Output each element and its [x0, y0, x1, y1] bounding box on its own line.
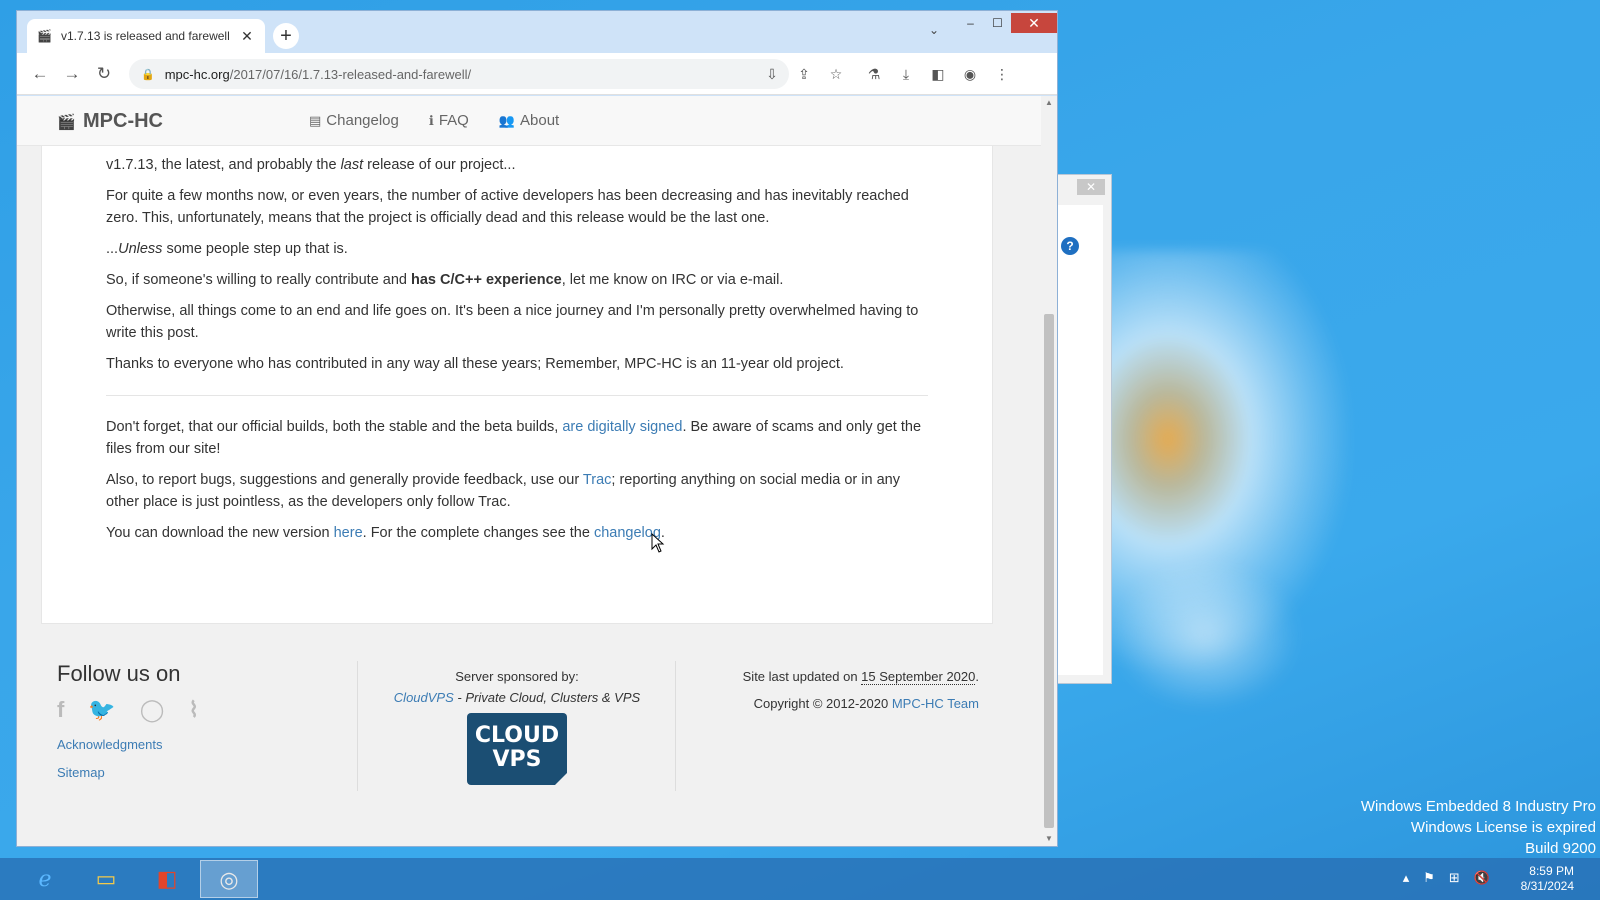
scroll-thumb[interactable] [1044, 314, 1054, 828]
paragraph: Don't forget, that our official builds, … [106, 419, 922, 457]
site-navbar: 🎬 MPC-HC ▤ Changelog ℹ FAQ 👥 About [17, 96, 1041, 146]
lock-icon[interactable]: 🔒 [141, 68, 155, 81]
footer-divider [357, 661, 358, 791]
facebook-icon[interactable]: f [57, 697, 64, 723]
copyright: Copyright © 2012-2020 MPC-HC Team [753, 696, 979, 711]
menu-kebab-icon[interactable]: ⋮ [993, 65, 1011, 83]
labs-flask-icon[interactable]: ⚗ [865, 65, 883, 83]
cloudvps-link[interactable]: CloudVPS [394, 690, 454, 705]
new-tab-button[interactable]: + [273, 23, 299, 49]
paragraph: ...Unless some people step up that is. [106, 241, 348, 257]
scroll-down-icon[interactable]: ▼ [1041, 832, 1057, 846]
chrome-icon[interactable]: ◎ [200, 860, 258, 898]
paragraph: v1.7.13, the latest, and probably the la… [106, 157, 516, 173]
profile-icon[interactable]: ◉ [961, 65, 979, 83]
url-host: mpc-hc.org [164, 66, 230, 82]
forward-icon[interactable]: → [61, 63, 83, 85]
network-icon[interactable]: ⊞ [1449, 870, 1460, 886]
nav-faq[interactable]: ℹ FAQ [429, 112, 469, 129]
divider [106, 395, 928, 396]
last-updated: Site last updated on 15 September 2020. [742, 669, 979, 685]
browser-toolbar: ← → ↻ 🔒 mpc-hc.org/2017/07/16/1.7.13-rel… [17, 53, 1057, 95]
internet-explorer-icon[interactable]: ℯ [16, 860, 74, 898]
reload-icon[interactable]: ↻ [93, 63, 115, 85]
address-bar[interactable]: 🔒 mpc-hc.org/2017/07/16/1.7.13-released-… [129, 59, 789, 89]
paragraph: So, if someone's willing to really contr… [106, 272, 784, 288]
nav-label: FAQ [438, 112, 469, 129]
clapper-favicon-icon: 🎬 [37, 29, 52, 43]
team-link[interactable]: MPC-HC Team [892, 696, 979, 711]
sponsor-line: CloudVPS - Private Cloud, Clusters & VPS [393, 690, 641, 705]
brand-name: MPC-HC [83, 110, 163, 132]
url-path: /2017/07/16/1.7.13-released-and-farewell… [229, 66, 472, 82]
window-close-icon[interactable]: ✕ [1011, 13, 1057, 33]
bookmark-star-icon[interactable]: ☆ [827, 65, 845, 83]
downloads-icon[interactable]: ⤓ [897, 65, 915, 83]
site-footer: Follow us on f 🐦 ◯ ⌇ Acknowledgments Sit… [41, 661, 993, 831]
follow-heading: Follow us on [57, 661, 181, 686]
site-nav-links: ▤ Changelog ℹ FAQ 👥 About [309, 112, 589, 129]
office-icon[interactable]: ◧ [138, 860, 196, 898]
dialog-close-icon[interactable]: ✕ [1077, 179, 1105, 195]
share-icon[interactable]: ⇪ [795, 65, 813, 83]
install-app-icon[interactable]: ⇩ [763, 65, 781, 83]
paragraph: Also, to report bugs, suggestions and ge… [106, 472, 900, 510]
window-controls: – ☐ ✕ [957, 13, 1057, 35]
twitter-icon[interactable]: 🐦 [88, 697, 115, 723]
scroll-up-icon[interactable]: ▲ [1041, 96, 1057, 110]
tab-title: v1.7.13 is released and farewell [61, 29, 230, 43]
paragraph: You can download the new version here. F… [106, 525, 665, 541]
sitemap-link[interactable]: Sitemap [57, 765, 357, 780]
footer-sponsor: Server sponsored by: CloudVPS - Private … [359, 669, 675, 786]
page-viewport: 🎬 MPC-HC ▤ Changelog ℹ FAQ 👥 About v1.7.… [17, 96, 1041, 846]
nav-about[interactable]: 👥 About [499, 112, 559, 129]
system-tray: ▴ ⚑ ⊞ 🔇 [1389, 870, 1490, 886]
tray-expand-icon[interactable]: ▴ [1403, 870, 1410, 886]
sponsor-label: Server sponsored by: [455, 669, 579, 684]
windows-watermark: Windows Embedded 8 Industry Pro Windows … [1360, 798, 1596, 857]
download-here-link[interactable]: here [334, 525, 363, 541]
footer-meta: Site last updated on 15 September 2020. … [743, 669, 979, 723]
social-icons: f 🐦 ◯ ⌇ [57, 697, 357, 723]
file-icon: ▤ [309, 112, 322, 128]
info-icon: ℹ [428, 112, 434, 128]
nav-label: Changelog [326, 112, 399, 129]
wallpaper-blur [1110, 560, 1300, 710]
cloudvps-logo[interactable]: CLOUD VPS [467, 713, 568, 786]
digitally-signed-link[interactable]: are digitally signed [562, 419, 682, 435]
footer-social: Follow us on f 🐦 ◯ ⌇ Acknowledgments Sit… [57, 661, 357, 793]
file-explorer-icon[interactable]: ▭ [77, 860, 135, 898]
tab-close-icon[interactable]: ✕ [239, 28, 255, 45]
tab-strip: 🎬 v1.7.13 is released and farewell ✕ + ⌄… [17, 11, 1057, 53]
volume-muted-icon[interactable]: 🔇 [1474, 870, 1490, 886]
site-brand[interactable]: 🎬 MPC-HC [57, 110, 163, 133]
action-center-flag-icon[interactable]: ⚑ [1423, 870, 1435, 886]
minimize-icon[interactable]: – [957, 13, 984, 33]
rss-icon[interactable]: ⌇ [188, 697, 199, 723]
help-icon[interactable]: ? [1061, 237, 1079, 255]
active-tab[interactable]: 🎬 v1.7.13 is released and farewell ✕ [27, 19, 265, 53]
tab-search-icon[interactable]: ⌄ [929, 23, 939, 37]
article-body: v1.7.13, the latest, and probably the la… [41, 146, 993, 624]
paragraph: Otherwise, all things come to an end and… [106, 303, 919, 341]
side-panel-icon[interactable]: ◧ [929, 65, 947, 83]
maximize-icon[interactable]: ☐ [984, 13, 1011, 33]
users-icon: 👥 [498, 112, 516, 128]
nav-label: About [520, 112, 560, 129]
paragraph: Thanks to everyone who has contributed i… [106, 356, 844, 372]
browser-window: 🎬 v1.7.13 is released and farewell ✕ + ⌄… [16, 10, 1058, 847]
acknowledgments-link[interactable]: Acknowledgments [57, 737, 357, 752]
system-clock[interactable]: 8:59 PM 8/31/2024 [1521, 864, 1574, 894]
github-icon[interactable]: ◯ [140, 697, 165, 723]
back-icon[interactable]: ← [29, 63, 51, 85]
footer-divider [675, 661, 676, 791]
clapper-logo-icon: 🎬 [57, 113, 76, 131]
nav-changelog[interactable]: ▤ Changelog [309, 112, 399, 129]
paragraph: For quite a few months now, or even year… [106, 188, 909, 226]
trac-link[interactable]: Trac [583, 472, 611, 488]
page-scrollbar[interactable]: ▲ ▼ [1041, 96, 1057, 846]
taskbar: ℯ ▭ ◧ ◎ ▴ ⚑ ⊞ 🔇 8:59 PM 8/31/2024 [0, 858, 1600, 900]
